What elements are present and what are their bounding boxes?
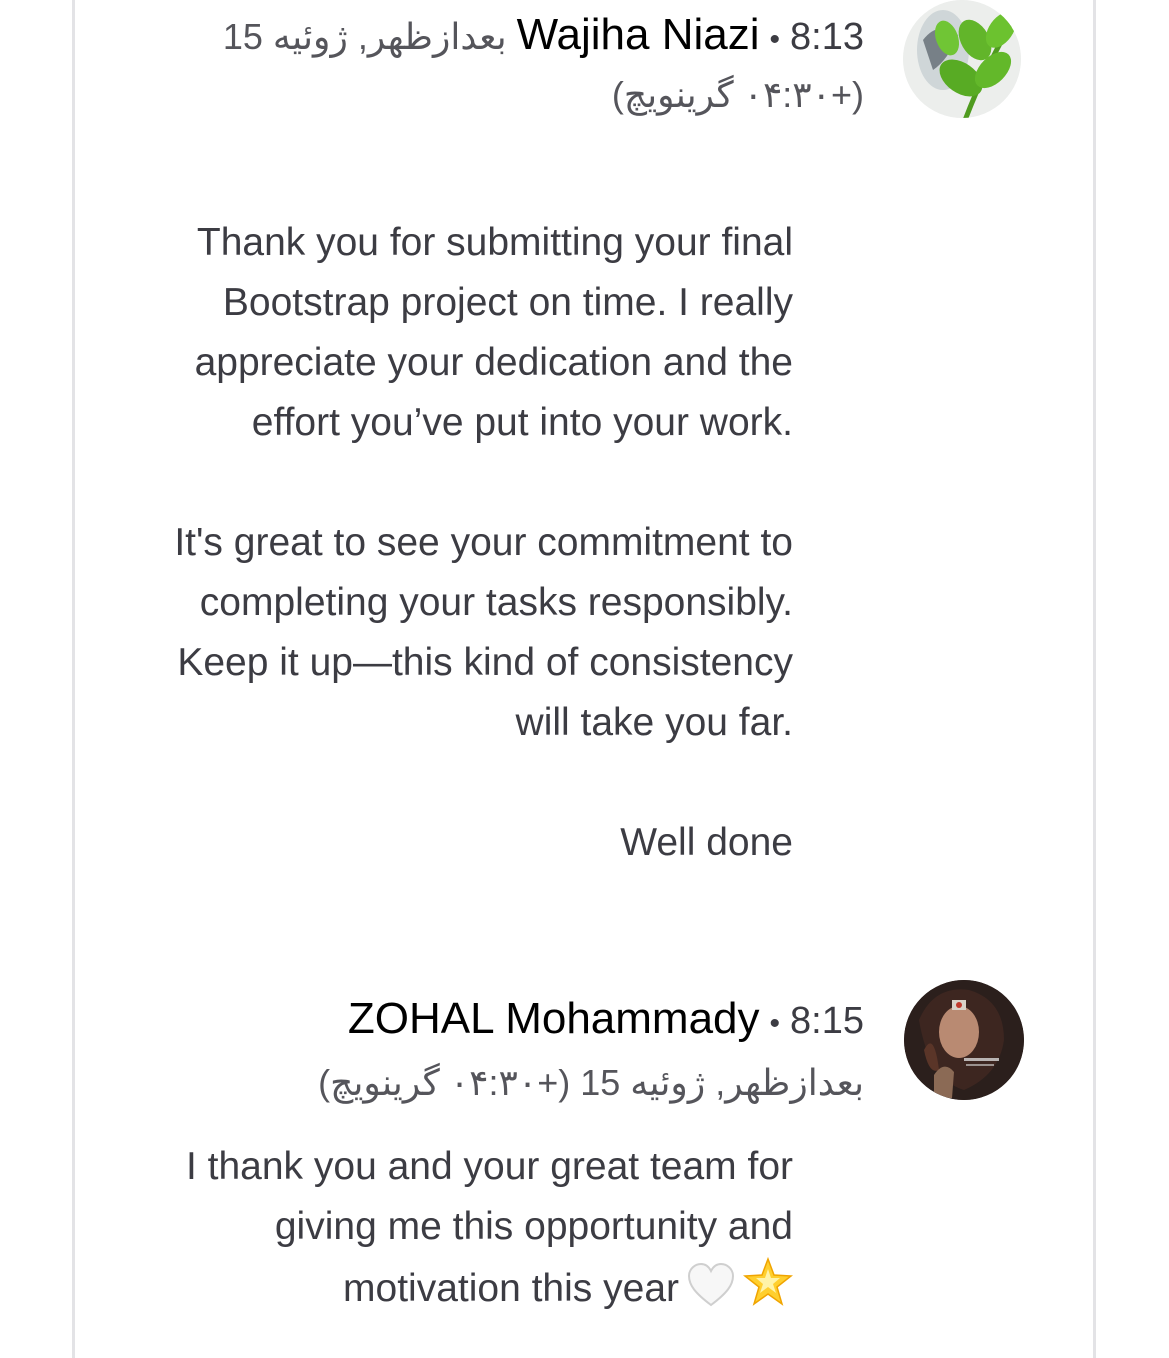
message-header: 8:13 • Wajiha Niazi بعدازظهر, ژوئیه 15 (… xyxy=(223,10,864,116)
separator-dot: • xyxy=(769,1007,781,1040)
message-header: 8:15 • ZOHAL Mohammady بعدازظهر, ژوئیه 1… xyxy=(318,994,864,1104)
message-paragraph: Well done xyxy=(620,821,793,864)
avatar[interactable] xyxy=(904,980,1024,1100)
header-line: 8:13 • Wajiha Niazi بعدازظهر, ژوئیه 15 xyxy=(223,10,864,60)
message-thread: 8:13 • Wajiha Niazi بعدازظهر, ژوئیه 15 (… xyxy=(0,0,1169,1358)
message-time: 8:15 xyxy=(790,1000,864,1042)
leaf-branch-avatar-icon xyxy=(903,0,1021,118)
message-body: Thank you for submitting your final Boot… xyxy=(133,213,793,873)
message-body: I thank you and your great team for givi… xyxy=(133,1137,794,1325)
sender-name[interactable]: Wajiha Niazi xyxy=(517,10,760,60)
separator-dot: • xyxy=(769,23,781,56)
profile-photo-avatar-icon xyxy=(904,980,1024,1100)
message-timezone: (+۰۴:۳۰ گرینویچ) xyxy=(611,74,864,115)
glowing-star-icon xyxy=(742,1256,794,1325)
message-paragraph: It's great to see your commitment to com… xyxy=(174,521,793,744)
message-date: بعدازظهر, ژوئیه 15 xyxy=(222,16,507,57)
white-heart-icon xyxy=(687,1262,735,1325)
message-date-timezone: بعدازظهر, ژوئیه 15 (+۰۴:۳۰ گرینویچ) xyxy=(318,1062,864,1103)
avatar[interactable] xyxy=(903,0,1021,118)
message-paragraph: I thank you and your great team for givi… xyxy=(133,1137,794,1325)
sender-name[interactable]: ZOHAL Mohammady xyxy=(348,994,760,1044)
message-paragraph: Thank you for submitting your final Boot… xyxy=(194,221,793,444)
message-time: 8:13 xyxy=(790,16,864,58)
header-line: 8:15 • ZOHAL Mohammady xyxy=(318,994,864,1044)
